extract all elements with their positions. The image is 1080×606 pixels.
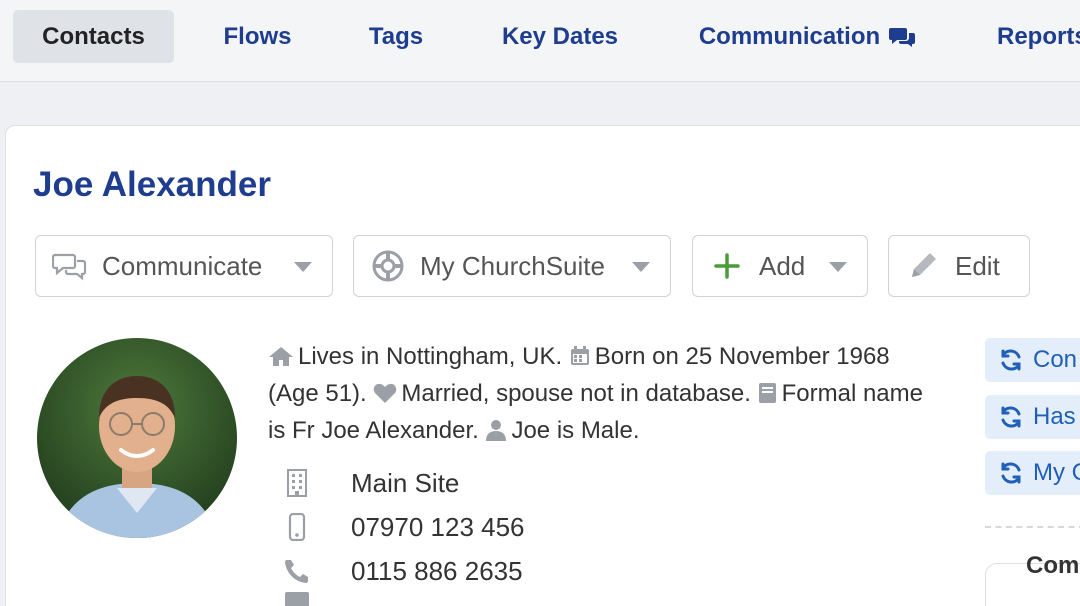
communicate-button[interactable]: Communicate — [35, 235, 333, 297]
communication-panel-title: Com — [1026, 552, 1080, 579]
calendar-icon — [569, 343, 591, 377]
chevron-down-icon — [294, 262, 312, 272]
add-label: Add — [759, 250, 806, 281]
flow-tag-label: Con — [1033, 346, 1078, 373]
tab-communication[interactable]: Communication — [690, 10, 925, 63]
flow-tag-3[interactable]: My C — [985, 451, 1080, 495]
life-ring-icon — [370, 248, 406, 284]
pencil-icon — [905, 248, 941, 284]
comments-icon — [888, 25, 916, 49]
sync-icon — [999, 461, 1023, 485]
tab-tags-label: Tags — [368, 22, 424, 50]
add-button[interactable]: Add — [692, 235, 868, 297]
tab-reports-label: Reports — [997, 22, 1080, 50]
building-icon — [280, 469, 314, 497]
site-row: Main Site — [280, 463, 459, 503]
divider — [985, 526, 1080, 528]
phone-icon — [280, 558, 314, 584]
my-churchsuite-label: My ChurchSuite — [420, 250, 605, 281]
tab-contacts[interactable]: Contacts — [13, 10, 174, 63]
tab-key-dates[interactable]: Key Dates — [487, 10, 633, 63]
flow-tag-1[interactable]: Con — [985, 338, 1080, 382]
lives-text: Lives in Nottingham, UK. — [298, 343, 563, 370]
book-icon — [758, 380, 778, 414]
chevron-down-icon — [632, 262, 650, 272]
flow-tag-2[interactable]: Has — [985, 395, 1080, 439]
flow-tag-label: Has — [1033, 403, 1076, 430]
tab-communication-label: Communication — [698, 22, 881, 50]
sync-icon — [999, 348, 1023, 372]
edit-label: Edit — [955, 250, 1000, 281]
chevron-down-icon — [829, 262, 847, 272]
my-churchsuite-button[interactable]: My ChurchSuite — [353, 235, 671, 297]
tab-contacts-label: Contacts — [42, 22, 145, 50]
envelope-icon — [280, 591, 314, 606]
flow-tag-label: My C — [1033, 459, 1080, 486]
edit-button[interactable]: Edit — [888, 235, 1030, 297]
user-icon — [485, 417, 507, 451]
tab-flows[interactable]: Flows — [205, 10, 310, 63]
phone-row: 0115 886 2635 — [280, 551, 523, 591]
phone-value[interactable]: 0115 886 2635 — [351, 556, 523, 587]
tab-tags[interactable]: Tags — [350, 10, 442, 63]
site-value: Main Site — [351, 467, 460, 498]
top-navigation: Contacts Flows Tags Key Dates Communicat… — [0, 0, 1080, 82]
mobile-value[interactable]: 07970 123 456 — [351, 512, 525, 543]
plus-icon — [709, 248, 745, 284]
sync-icon — [999, 405, 1023, 429]
tab-reports[interactable]: Reports — [985, 10, 1080, 63]
page-title: Joe Alexander — [33, 165, 271, 204]
person-summary: Lives in Nottingham, UK. Born on 25 Nove… — [268, 340, 938, 451]
comments-outline-icon — [52, 248, 88, 284]
gender-text: Joe is Male. — [511, 417, 640, 444]
mobile-row: 07970 123 456 — [280, 507, 525, 547]
tab-key-dates-label: Key Dates — [501, 22, 619, 50]
mobile-icon — [280, 513, 314, 541]
home-icon — [268, 343, 294, 377]
avatar — [37, 338, 237, 538]
tab-flows-label: Flows — [223, 22, 292, 50]
heart-icon — [373, 380, 397, 414]
email-row — [280, 591, 351, 606]
communicate-label: Communicate — [102, 250, 263, 281]
married-text: Married, spouse not in database. — [401, 380, 751, 407]
